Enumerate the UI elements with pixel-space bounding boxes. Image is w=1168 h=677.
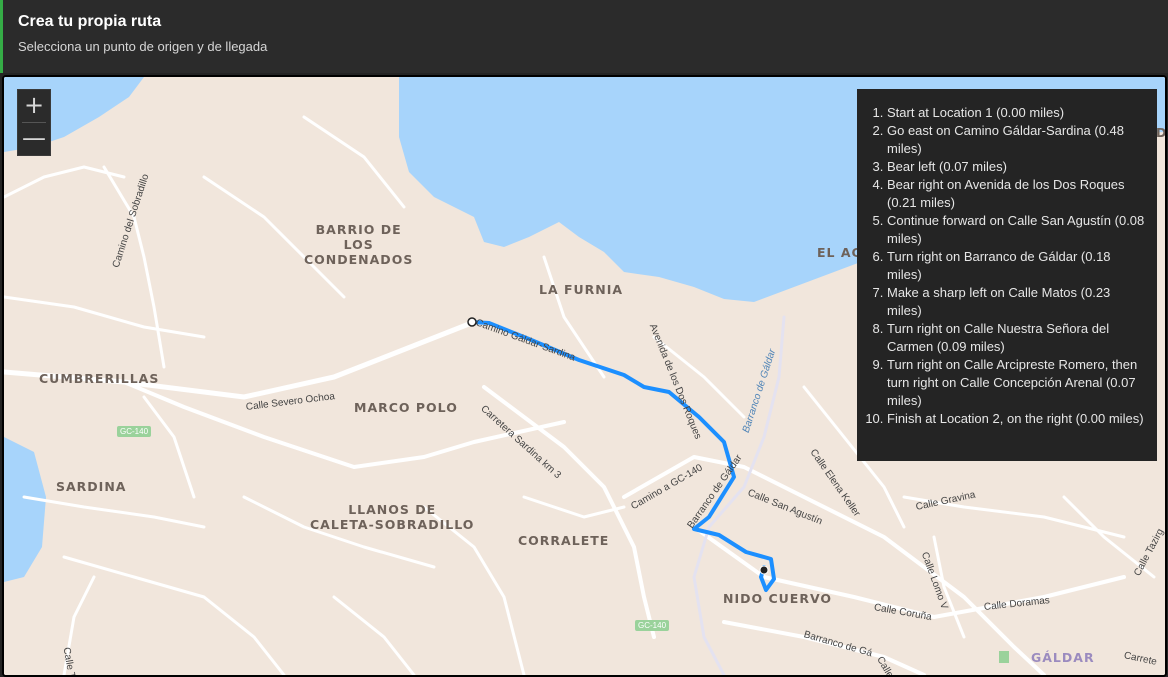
direction-step: Make a sharp left on Calle Matos (0.23 m… bbox=[887, 284, 1147, 320]
direction-step: Go east on Camino Gáldar-Sardina (0.48 m… bbox=[887, 122, 1147, 158]
zoom-in-button[interactable]: + bbox=[18, 90, 50, 122]
road-shield-gc140-south: GC-140 bbox=[635, 620, 670, 631]
header-bar: Crea tu propia ruta Selecciona un punto … bbox=[0, 0, 1168, 73]
page-subtitle: Selecciona un punto de origen y de llega… bbox=[18, 39, 268, 54]
page-title: Crea tu propia ruta bbox=[18, 13, 162, 30]
direction-step: Bear left (0.07 miles) bbox=[887, 158, 1147, 176]
place-label-barrio: BARRIO DE LOS CONDENADOS bbox=[304, 222, 414, 267]
place-label-marco-polo: MARCO POLO bbox=[354, 400, 458, 415]
place-label-galdar: GÁLDAR bbox=[1031, 650, 1095, 665]
place-label-nido-cuervo: NIDO CUERVO bbox=[723, 591, 833, 606]
park-area bbox=[999, 651, 1009, 663]
direction-step: Turn right on Calle Nuestra Señora del C… bbox=[887, 320, 1147, 356]
direction-step: Continue forward on Calle San Agustín (0… bbox=[887, 212, 1147, 248]
direction-step: Start at Location 1 (0.00 miles) bbox=[887, 104, 1147, 122]
direction-step: Turn right on Barranco de Gáldar (0.18 m… bbox=[887, 248, 1147, 284]
destination-marker[interactable] bbox=[759, 565, 769, 575]
directions-list: Start at Location 1 (0.00 miles) Go east… bbox=[857, 104, 1147, 428]
place-label-llanos: LLANOS DE CALETA-SOBRADILLO bbox=[310, 502, 475, 532]
zoom-control: + — bbox=[17, 89, 51, 156]
zoom-out-button[interactable]: — bbox=[18, 123, 50, 155]
place-label-sardina: SARDINA bbox=[56, 479, 127, 494]
direction-step: Finish at Location 2, on the right (0.00… bbox=[887, 410, 1147, 428]
directions-panel: Start at Location 1 (0.00 miles) Go east… bbox=[857, 89, 1157, 461]
place-label-corralete: CORRALETE bbox=[518, 533, 610, 548]
map-view[interactable]: BARRIO DE LOS CONDENADOS LA FURNIA CUMBRER… bbox=[2, 75, 1167, 677]
place-label-la-furnia: LA FURNIA bbox=[539, 282, 624, 297]
place-label-el-ag: EL AG bbox=[817, 245, 863, 260]
place-label-de: DE bbox=[1156, 125, 1167, 140]
road-shield-gc140: GC-140 bbox=[117, 426, 152, 437]
direction-step: Bear right on Avenida de los Dos Roques … bbox=[887, 176, 1147, 212]
place-label-cumbrerillas: CUMBRERILLAS bbox=[39, 371, 160, 386]
direction-step: Turn right on Calle Arcipreste Romero, t… bbox=[887, 356, 1147, 410]
